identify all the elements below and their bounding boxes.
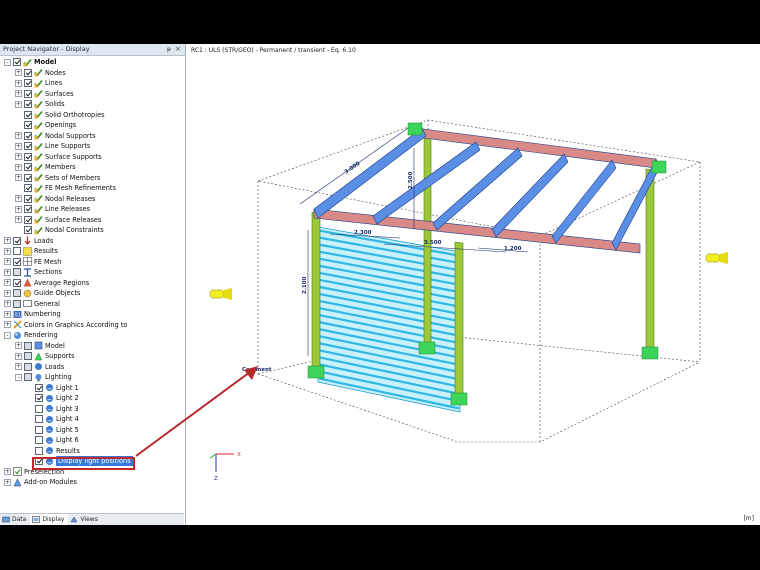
application-window: Project Navigator - Display ᵽ × - Model + N… [0, 44, 760, 525]
annotation-arrow [135, 366, 258, 457]
